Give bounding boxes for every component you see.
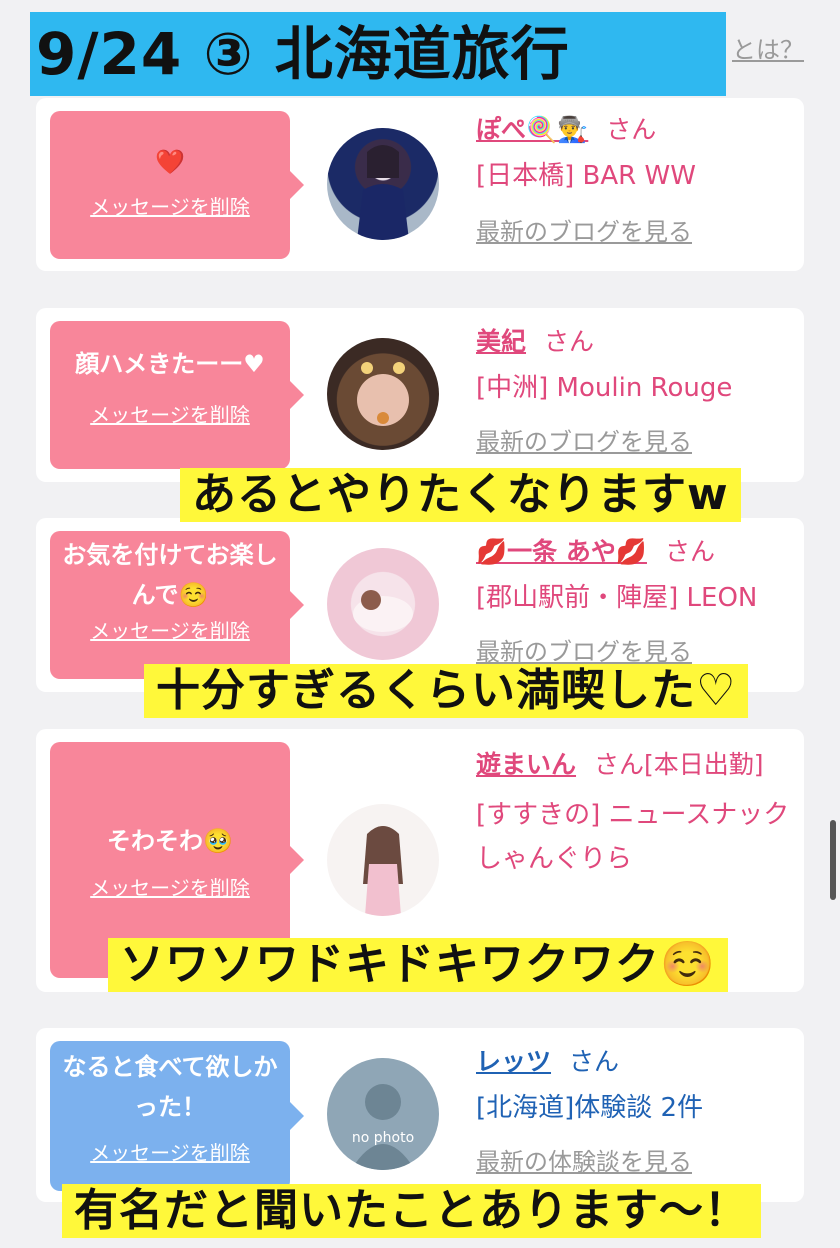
cast-info: レッツ さん [北海道]体験談 2件 最新の体験談を見る xyxy=(476,1042,796,1182)
message-bubble: 顔ハメきたーー♥ メッセージを削除 xyxy=(50,321,304,469)
person-photo-icon xyxy=(353,590,413,632)
caption-overlay: ソワソワドキドキワクワク☺️ xyxy=(108,938,728,992)
delete-message-link[interactable]: メッセージを削除 xyxy=(90,872,250,901)
delete-message-link[interactable]: メッセージを削除 xyxy=(90,191,250,220)
delete-message-link[interactable]: メッセージを削除 xyxy=(90,615,250,644)
cast-info: 遊まいん さん[本日出勤] [すすきの] ニュースナックしゃんぐりら xyxy=(476,743,796,881)
top-link[interactable]: とは？ xyxy=(732,30,804,65)
message-bubble: お気を付けてお楽しんで☺️ メッセージを削除 xyxy=(50,531,304,679)
avatar[interactable] xyxy=(327,548,439,660)
cast-info: ぽぺ🍭👨‍🏭 さん [日本橋] BAR WW 最新のブログを見る xyxy=(476,110,796,252)
message-text: そわそわ🥹 xyxy=(107,827,233,855)
honorific: さん xyxy=(664,537,715,566)
scrollbar[interactable] xyxy=(830,820,836,900)
cast-name-link[interactable]: レッツ xyxy=(476,1047,551,1076)
honorific: さん[本日出勤] xyxy=(594,750,764,779)
cast-name-line: レッツ さん xyxy=(476,1042,796,1082)
caption-overlay: 十分すぎるくらい満喫した♡ xyxy=(144,664,749,718)
message-text: なると食べて欲しかった！ xyxy=(62,1053,278,1121)
person-photo-icon xyxy=(357,145,409,240)
cast-name-line: 遊まいん さん[本日出勤] xyxy=(476,743,796,787)
message-bubble: ❤️ メッセージを削除 xyxy=(50,111,304,259)
avatar[interactable]: no photo xyxy=(327,1058,439,1170)
latest-blog-link[interactable]: 最新のブログを見る xyxy=(476,422,796,462)
shop-name[interactable]: [中洲] Moulin Rouge xyxy=(476,366,796,410)
message-text: お気を付けてお楽しんで☺️ xyxy=(62,541,278,609)
honorific: さん xyxy=(544,327,595,356)
shop-name[interactable]: [北海道]体験談 2件 xyxy=(476,1086,796,1130)
delete-message-link[interactable]: メッセージを削除 xyxy=(90,399,250,428)
cast-name-line: 💋一条 あや💋 さん xyxy=(476,532,796,572)
avatar[interactable] xyxy=(327,128,439,240)
title-banner: 9/24 ③ 北海道旅行 xyxy=(30,12,726,96)
message-card: 顔ハメきたーー♥ メッセージを削除 美紀 さん [中洲] Moulin Rouge… xyxy=(36,308,804,482)
cast-name-line: ぽぺ🍭👨‍🏭 さん xyxy=(476,110,796,150)
caption-overlay: あるとやりたくなりますw xyxy=(180,468,741,522)
no-photo-icon xyxy=(351,1084,415,1170)
cast-name-link[interactable]: 美紀 xyxy=(476,327,526,356)
latest-blog-link[interactable]: 最新のブログを見る xyxy=(476,212,796,252)
cast-name-link[interactable]: 💋一条 あや💋 xyxy=(476,537,647,566)
latest-review-link[interactable]: 最新の体験談を見る xyxy=(476,1142,796,1182)
delete-message-link[interactable]: メッセージを削除 xyxy=(90,1137,250,1166)
honorific: さん xyxy=(569,1047,620,1076)
no-photo-label: no photo xyxy=(351,1130,415,1146)
message-text: ❤️ xyxy=(155,148,185,176)
avatar[interactable] xyxy=(327,804,439,916)
cast-name-link[interactable]: ぽぺ🍭👨‍🏭 xyxy=(476,115,588,144)
message-card: なると食べて欲しかった！ メッセージを削除 no photo レッツ さん [北海… xyxy=(36,1028,804,1202)
shop-name[interactable]: [日本橋] BAR WW xyxy=(476,154,796,198)
cast-info: 💋一条 あや💋 さん [郡山駅前・陣屋] LEON 最新のブログを見る xyxy=(476,532,796,672)
caption-overlay: 有名だと聞いたことあります〜！ xyxy=(62,1184,761,1238)
message-text: 顔ハメきたーー♥ xyxy=(75,350,265,378)
shop-name[interactable]: [すすきの] ニュースナックしゃんぐりら xyxy=(476,793,796,881)
cast-name-line: 美紀 さん xyxy=(476,322,796,362)
honorific: さん xyxy=(606,115,657,144)
message-card: ❤️ メッセージを削除 ぽぺ🍭👨‍🏭 さん [日本橋] BAR WW 最新のブログ… xyxy=(36,98,804,271)
cast-name-link[interactable]: 遊まいん xyxy=(476,750,576,779)
cast-info: 美紀 さん [中洲] Moulin Rouge 最新のブログを見る xyxy=(476,322,796,462)
shop-name[interactable]: [郡山駅前・陣屋] LEON xyxy=(476,576,796,620)
message-bubble: なると食べて欲しかった！ メッセージを削除 xyxy=(50,1041,304,1191)
avatar[interactable] xyxy=(327,338,439,450)
person-photo-icon xyxy=(357,362,409,426)
person-photo-icon xyxy=(363,826,403,916)
